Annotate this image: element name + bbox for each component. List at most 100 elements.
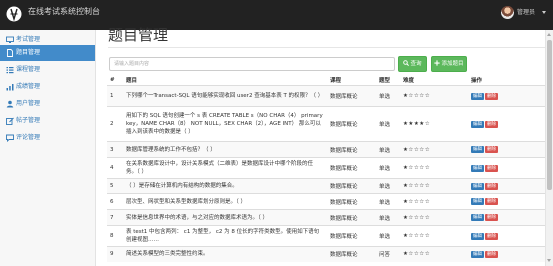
table-row: 8 表 test1 中包含两列： c1 为整型， c2 为 8 位长的字符类数型… bbox=[107, 225, 548, 247]
sidebar: 考试管理 题目管理 课程管理 成绩管理 用户管理 帖子管理 评论管理 bbox=[0, 30, 96, 266]
sidebar-item-users[interactable]: 用户管理 bbox=[0, 96, 95, 112]
row-type: 单选 bbox=[376, 106, 400, 142]
scrollbar-thumb[interactable] bbox=[547, 40, 552, 190]
row-course: 数据库概论 bbox=[327, 178, 376, 194]
edit-button[interactable]: 编辑 bbox=[471, 146, 484, 153]
row-question: 用如下的 SQL 语句创建一个 s 表 CREATE TABLE s（NO CH… bbox=[123, 106, 327, 142]
row-question: 简述关系模型的三类完整性约束。 bbox=[123, 246, 327, 262]
edit-button[interactable]: 编辑 bbox=[471, 164, 484, 172]
delete-button[interactable]: 删除 bbox=[485, 164, 498, 172]
user-menu[interactable]: 管理员 bbox=[517, 0, 535, 26]
table-row: 9 简述关系模型的三类完整性约束。 数据库概论 问答 ★☆☆☆☆ 编辑 删除 bbox=[107, 246, 548, 262]
edit-icon bbox=[6, 117, 14, 125]
row-actions: 编辑 删除 bbox=[468, 246, 548, 262]
delete-button[interactable]: 删除 bbox=[485, 92, 498, 100]
row-difficulty-stars: ★★★★☆ bbox=[400, 106, 468, 142]
row-type: 单选 bbox=[376, 157, 400, 179]
sidebar-item-comments[interactable]: 评论管理 bbox=[0, 130, 95, 146]
caret-down-icon[interactable] bbox=[542, 11, 546, 14]
delete-button[interactable]: 删除 bbox=[485, 250, 498, 258]
row-index: 2 bbox=[107, 106, 123, 142]
sidebar-item-label: 用户管理 bbox=[16, 100, 41, 107]
plus-icon bbox=[434, 60, 441, 66]
scroll-up-arrow-icon[interactable] bbox=[547, 33, 551, 36]
table-row: 7 实体是信息世界中的术语，与之对应的数据库术语为。（ ） 数据库概论 单选 ★… bbox=[107, 209, 548, 226]
scroll-down-arrow-icon[interactable] bbox=[547, 259, 551, 262]
row-course: 数据库概论 bbox=[327, 157, 376, 179]
row-index: 5 bbox=[107, 178, 123, 194]
row-difficulty-stars: ★☆☆☆☆ bbox=[400, 193, 468, 210]
row-difficulty-stars: ★☆☆☆☆ bbox=[400, 178, 468, 194]
delete-button[interactable]: 删除 bbox=[485, 146, 498, 153]
user-avatar[interactable] bbox=[501, 6, 514, 19]
row-index: 6 bbox=[107, 193, 123, 210]
row-course: 数据库概论 bbox=[327, 193, 376, 210]
row-difficulty-stars: ★☆☆☆☆ bbox=[400, 141, 468, 158]
list-icon bbox=[6, 67, 14, 74]
column-header-index: # bbox=[107, 74, 123, 86]
table-row: 4 在关系数据库设计中，设计关系模式（二维表）是数据库设计中哪个阶段的任务。（ … bbox=[107, 157, 548, 179]
column-header-course: 课程 bbox=[327, 74, 376, 86]
edit-button[interactable]: 编辑 bbox=[471, 198, 484, 205]
questions-table: # 题目 课程 题型 难度 操作 1 下列哪个一Transact-SQL 语句能… bbox=[107, 74, 548, 262]
divider bbox=[108, 47, 548, 48]
row-index: 3 bbox=[107, 141, 123, 158]
table-row: 1 下列哪个一Transact-SQL 语句能够实现收回 user2 查询基本表… bbox=[107, 85, 548, 107]
search-input[interactable] bbox=[109, 57, 395, 71]
column-header-actions: 操作 bbox=[468, 74, 548, 86]
row-difficulty-stars: ★☆☆☆☆ bbox=[400, 225, 468, 247]
row-index: 8 bbox=[107, 225, 123, 247]
top-navbar: 在线考试系统控制台 管理员 bbox=[0, 0, 553, 30]
edit-button[interactable]: 编辑 bbox=[471, 232, 484, 240]
row-type: 单选 bbox=[376, 141, 400, 158]
row-type: 单选 bbox=[376, 85, 400, 107]
delete-button[interactable]: 删除 bbox=[485, 214, 498, 221]
user-icon bbox=[6, 100, 14, 108]
row-actions: 编辑 删除 bbox=[468, 193, 548, 210]
add-question-button-label: 添加题目 bbox=[441, 61, 464, 67]
delete-button[interactable]: 删除 bbox=[485, 198, 498, 205]
sidebar-item-courses[interactable]: 课程管理 bbox=[0, 62, 95, 78]
app-title[interactable]: 在线考试系统控制台 bbox=[28, 0, 100, 24]
row-index: 7 bbox=[107, 209, 123, 226]
add-question-button[interactable]: 添加题目 bbox=[431, 56, 467, 72]
row-actions: 编辑 删除 bbox=[468, 178, 548, 194]
delete-button[interactable]: 删除 bbox=[485, 232, 498, 240]
row-course: 数据库概论 bbox=[327, 225, 376, 247]
row-actions: 编辑 删除 bbox=[468, 106, 548, 142]
row-course: 数据库概论 bbox=[327, 141, 376, 158]
row-course: 数据库概论 bbox=[327, 85, 376, 107]
column-header-difficulty: 难度 bbox=[400, 74, 468, 86]
edit-button[interactable]: 编辑 bbox=[471, 214, 484, 221]
monitor-icon bbox=[6, 36, 14, 43]
row-course: 数据库概论 bbox=[327, 106, 376, 142]
sidebar-item-label: 题目管理 bbox=[16, 49, 41, 56]
file-icon bbox=[7, 49, 13, 57]
sidebar-item-questions[interactable]: 题目管理 bbox=[0, 45, 95, 61]
edit-button[interactable]: 编辑 bbox=[471, 92, 484, 100]
sidebar-item-posts[interactable]: 帖子管理 bbox=[0, 113, 95, 129]
table-row: 5 （ ）是存储在计算机内有结构的数据的集合。 数据库概论 单选 ★☆☆☆☆ 编… bbox=[107, 178, 548, 194]
edit-button[interactable]: 编辑 bbox=[471, 182, 484, 190]
table-row: 6 层次型、网状型和关系型数据库划分原则是。（ ） 数据库概论 单选 ★☆☆☆☆… bbox=[107, 193, 548, 210]
row-type: 单选 bbox=[376, 193, 400, 210]
delete-button[interactable]: 删除 bbox=[485, 182, 498, 190]
row-difficulty-stars: ★☆☆☆☆ bbox=[400, 85, 468, 107]
row-type: 单选 bbox=[376, 209, 400, 226]
row-type: 单选 bbox=[376, 178, 400, 194]
row-actions: 编辑 删除 bbox=[468, 141, 548, 158]
delete-button[interactable]: 删除 bbox=[485, 120, 498, 128]
edit-button[interactable]: 编辑 bbox=[471, 250, 484, 258]
row-course: 数据库概论 bbox=[327, 209, 376, 226]
sidebar-item-label: 帖子管理 bbox=[16, 117, 41, 124]
sidebar-item-scores[interactable]: 成绩管理 bbox=[0, 79, 95, 95]
row-difficulty-stars: ★☆☆☆☆ bbox=[400, 246, 468, 262]
table-row: 3 数据库管理系统的工作不包括？（ ） 数据库概论 单选 ★☆☆☆☆ 编辑 删除 bbox=[107, 141, 548, 158]
row-question: （ ）是存储在计算机内有结构的数据的集合。 bbox=[123, 178, 327, 194]
search-button[interactable]: 查询 bbox=[398, 56, 427, 72]
row-course: 数据库概论 bbox=[327, 246, 376, 262]
search-icon bbox=[403, 60, 410, 66]
row-difficulty-stars: ★☆☆☆☆ bbox=[400, 157, 468, 179]
edit-button[interactable]: 编辑 bbox=[471, 120, 484, 128]
comment-icon bbox=[6, 134, 14, 142]
